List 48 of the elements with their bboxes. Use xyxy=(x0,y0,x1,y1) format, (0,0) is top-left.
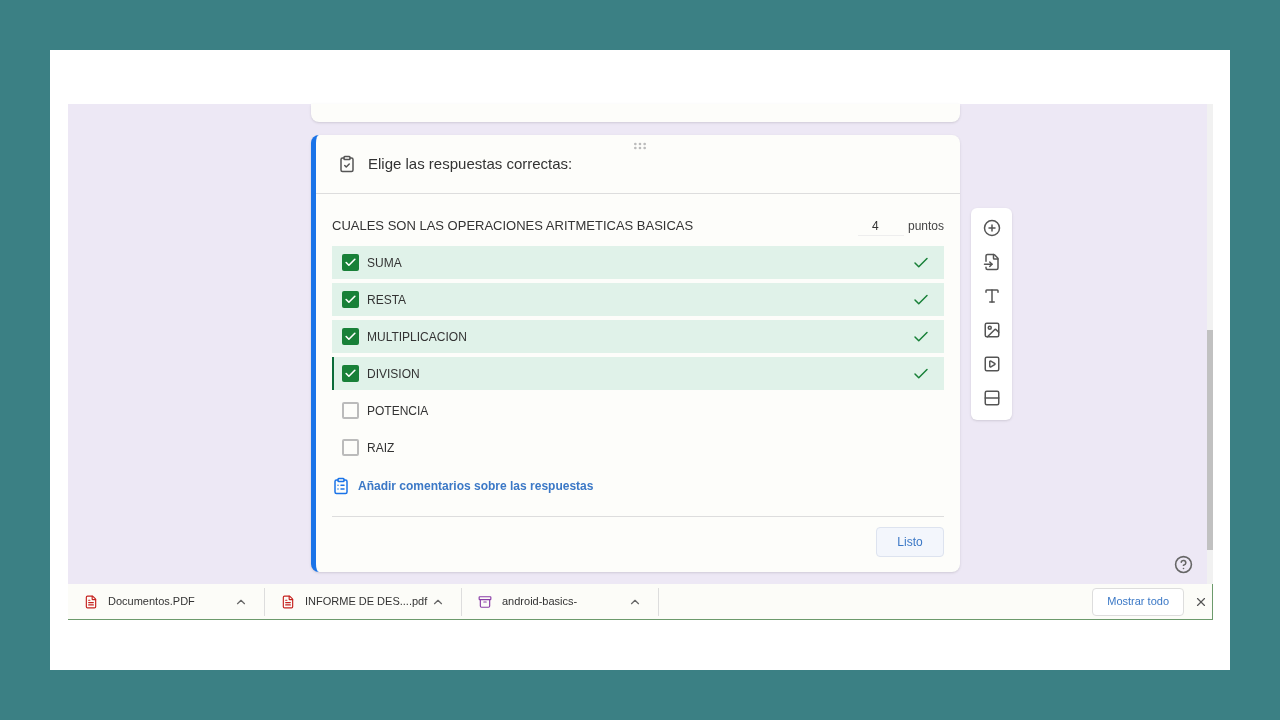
section-icon[interactable] xyxy=(982,389,1001,407)
feedback-icon xyxy=(332,477,350,495)
import-icon[interactable] xyxy=(982,253,1001,271)
checkbox[interactable] xyxy=(342,402,359,419)
show-all-button[interactable]: Mostrar todo xyxy=(1092,587,1184,616)
checkmark-icon xyxy=(344,367,357,380)
answer-option[interactable]: MULTIPLICACION xyxy=(332,320,944,353)
checkbox[interactable] xyxy=(342,328,359,345)
download-item[interactable]: Documentos.PDF xyxy=(68,587,265,616)
checkmark-icon xyxy=(344,330,357,343)
option-label: SUMA xyxy=(367,254,403,272)
file-name: Documentos.PDF xyxy=(108,594,196,610)
points-field[interactable]: 4 xyxy=(857,216,904,236)
question-type-label: Elige las respuestas correctas: xyxy=(368,153,573,174)
checkmark-icon xyxy=(344,293,357,306)
answer-option[interactable]: DIVISION xyxy=(332,357,944,390)
download-item[interactable]: INFORME DE DES....pdf xyxy=(265,587,462,616)
title-icon[interactable] xyxy=(982,287,1001,305)
option-label: MULTIPLICACION xyxy=(367,328,468,346)
feedback-link[interactable]: Añadir comentarios sobre las respuestas xyxy=(358,477,594,495)
points-label: puntos xyxy=(907,218,944,235)
checkbox[interactable] xyxy=(342,291,359,308)
scrollbar-thumb[interactable] xyxy=(1207,330,1213,550)
option-label: RESTA xyxy=(367,291,408,309)
image-icon[interactable] xyxy=(982,321,1001,339)
answer-option[interactable]: SUMA xyxy=(332,246,944,279)
checkmark-icon xyxy=(344,256,357,269)
answer-option[interactable]: RAIZ xyxy=(332,431,944,464)
help-icon[interactable] xyxy=(1174,555,1193,574)
answer-option[interactable]: RESTA xyxy=(332,283,944,316)
file-name: android-basics- xyxy=(502,594,579,610)
answer-option[interactable]: POTENCIA xyxy=(332,394,944,427)
checkbox[interactable] xyxy=(342,439,359,456)
pdf-icon xyxy=(84,594,98,609)
option-label: POTENCIA xyxy=(367,402,430,420)
pdf-icon xyxy=(281,594,295,609)
download-item[interactable]: android-basics- xyxy=(462,587,659,616)
option-label: DIVISION xyxy=(367,365,421,383)
done-button[interactable]: Listo xyxy=(876,527,944,557)
checkbox-question-icon xyxy=(338,155,356,173)
file-name: INFORME DE DES....pdf xyxy=(305,594,429,610)
video-icon[interactable] xyxy=(982,355,1001,373)
option-label: RAIZ xyxy=(367,439,396,457)
checkbox[interactable] xyxy=(342,365,359,382)
add-question-icon[interactable] xyxy=(982,219,1001,237)
checkbox[interactable] xyxy=(342,254,359,271)
archive-icon xyxy=(478,594,492,609)
question-text: CUALES SON LAS OPERACIONES ARITMETICAS BASICAS xyxy=(332,217,695,236)
